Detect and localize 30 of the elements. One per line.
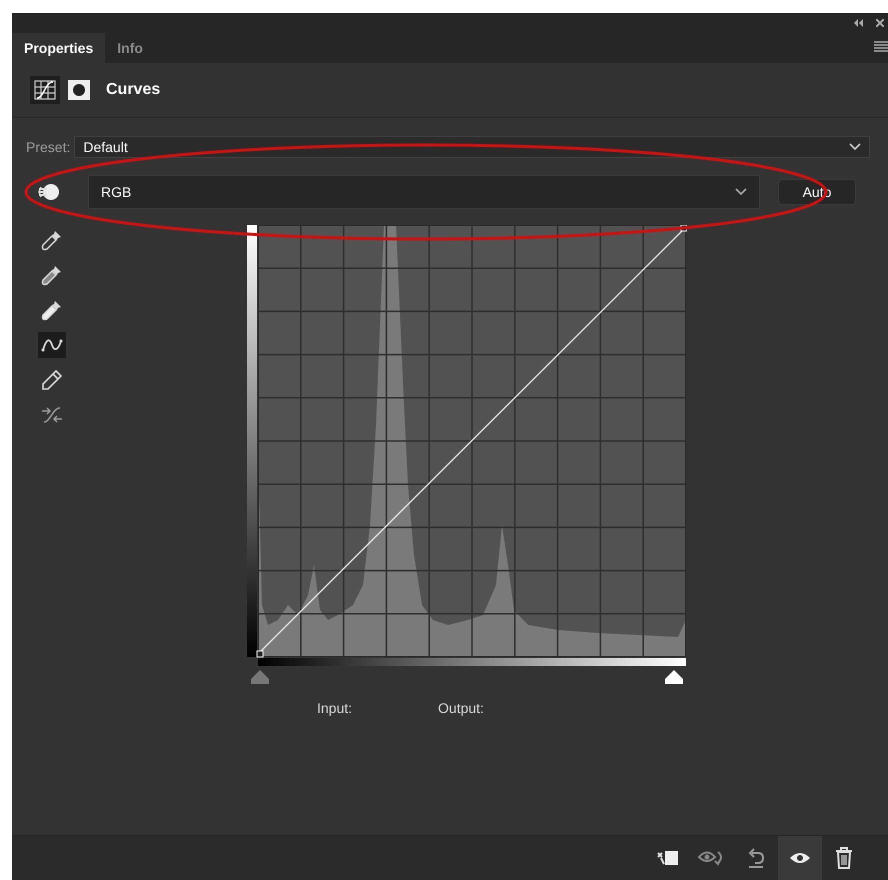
close-icon[interactable] <box>876 19 884 27</box>
layer-mask-icon[interactable] <box>68 80 90 100</box>
panel-tab[interactable]: Properties <box>12 33 106 63</box>
smooth-icon <box>41 405 63 425</box>
channel-dropdown[interactable]: RGB <box>88 175 760 209</box>
highlight-slider-icon[interactable] <box>665 670 683 684</box>
output-label: Output: <box>438 699 484 718</box>
input-label: Input: <box>317 699 352 718</box>
menu-icon[interactable] <box>874 41 888 53</box>
footer-button[interactable] <box>778 836 822 880</box>
shadow-slider-icon[interactable] <box>251 670 269 684</box>
reset-icon <box>746 847 766 869</box>
preset-label: Preset: <box>26 138 70 156</box>
curves-adjustment-icon[interactable] <box>30 76 60 104</box>
curve-tool[interactable] <box>38 332 66 358</box>
chevron-down-icon <box>735 188 747 196</box>
eyedropper-icon <box>41 264 63 286</box>
clip-to-layer-icon <box>656 849 680 867</box>
chevron-down-icon <box>849 143 861 151</box>
pencil-icon <box>41 369 63 391</box>
eye-icon <box>789 851 811 865</box>
hand-adjust-icon[interactable] <box>38 181 60 203</box>
eyedropper-icon <box>41 299 63 321</box>
trash-icon <box>835 847 853 869</box>
preset-dropdown[interactable]: Default <box>74 136 870 158</box>
collapse-icon[interactable] <box>854 19 864 27</box>
eyedropper-icon <box>41 229 63 251</box>
curve-point[interactable] <box>256 650 264 658</box>
adjustment-title: Curves <box>106 80 160 100</box>
curve-icon <box>41 337 63 353</box>
